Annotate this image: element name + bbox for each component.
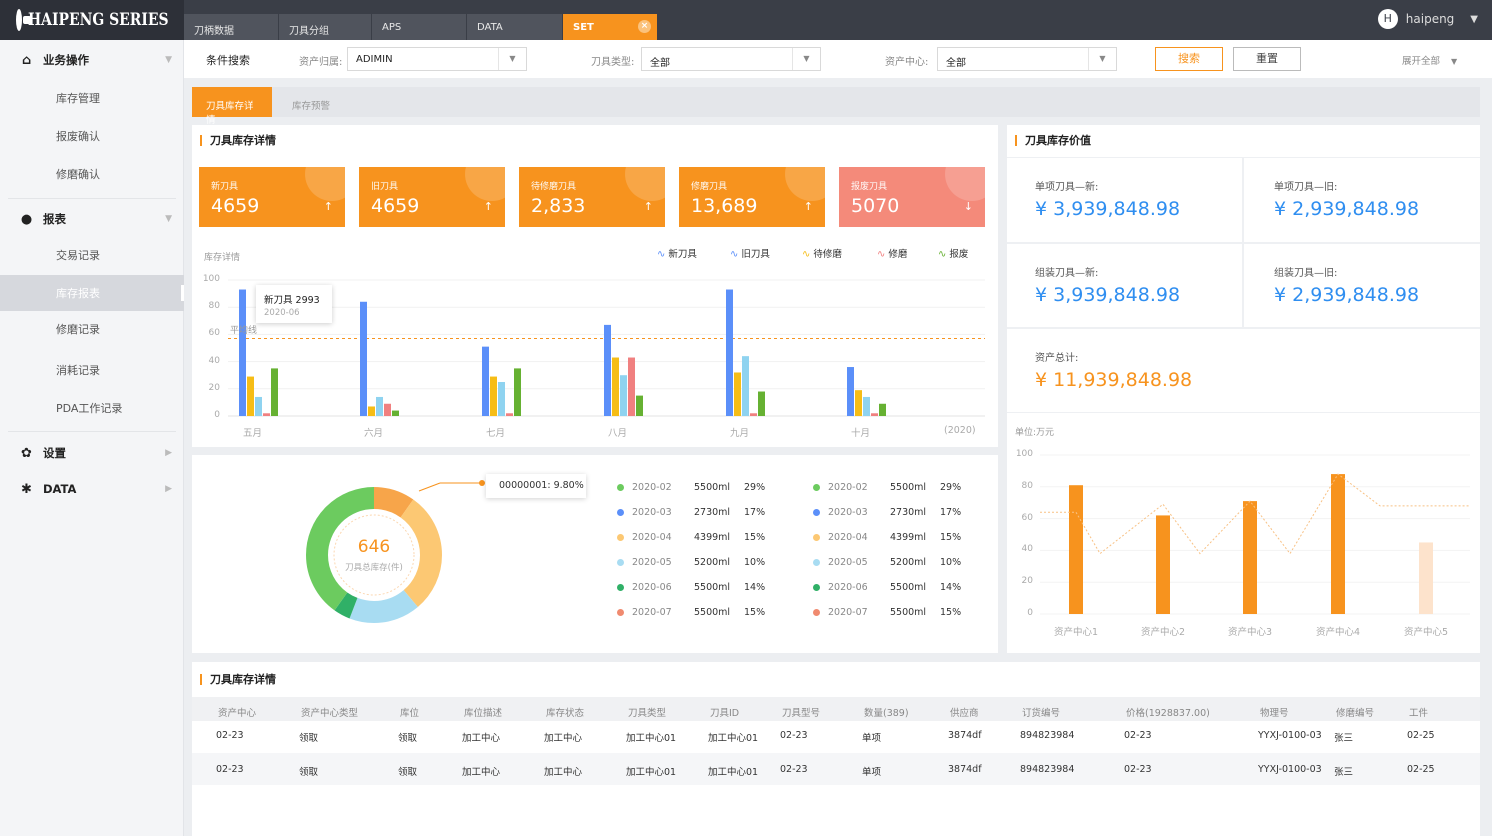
x-tick-label: 资产中心5 bbox=[1404, 627, 1449, 638]
x-tick-label: 十月 bbox=[851, 428, 871, 439]
table-cell: 加工中心 bbox=[462, 733, 501, 744]
table-cell: 单项 bbox=[862, 733, 882, 744]
table-header-cell: 资产中心类型 bbox=[301, 708, 359, 719]
table-header-cell: 刀具型号 bbox=[782, 708, 821, 719]
table-header-cell: 库存状态 bbox=[546, 708, 585, 719]
table-cell: 加工中心 bbox=[544, 767, 583, 778]
y-tick-label: 60 bbox=[1021, 512, 1033, 523]
table-header-cell: 资产中心 bbox=[218, 708, 257, 719]
table-cell: 3874df bbox=[948, 730, 982, 741]
table-cell: 单项 bbox=[862, 767, 882, 778]
y-tick-label: 20 bbox=[208, 382, 220, 393]
y-tick-label: 20 bbox=[1021, 576, 1033, 587]
table-cell: YYXJ-0100-03 bbox=[1258, 764, 1322, 775]
table-header-cell: 修磨编号 bbox=[1336, 708, 1375, 719]
table-header-cell: 物理号 bbox=[1260, 708, 1289, 719]
table-cell: 02-23 bbox=[1124, 764, 1152, 775]
table-cell: 02-23 bbox=[216, 730, 244, 741]
bar-asset-center bbox=[1069, 485, 1083, 614]
table-header-cell: 工件 bbox=[1409, 708, 1429, 719]
y-tick-label: 0 bbox=[1027, 608, 1033, 618]
table-cell: YYXJ-0100-03 bbox=[1258, 730, 1322, 741]
y-tick-label: 100 bbox=[202, 274, 220, 284]
table-cell: 894823984 bbox=[1020, 730, 1075, 741]
table-cell: 张三 bbox=[1334, 767, 1354, 778]
bar-asset-center bbox=[1156, 515, 1170, 614]
table-cell: 02-23 bbox=[216, 764, 244, 775]
y-tick-label: 40 bbox=[208, 355, 220, 366]
x-tick-label: 七月 bbox=[486, 428, 506, 439]
panel-title: 刀具库存详情 bbox=[200, 674, 276, 685]
table-header-cell: 库位描述 bbox=[464, 708, 503, 719]
y-tick-label: 100 bbox=[1015, 449, 1033, 459]
y-tick-label: 0 bbox=[214, 410, 220, 420]
x-tick-label: 资产中心4 bbox=[1316, 627, 1361, 638]
x-tick-label: 资产中心1 bbox=[1054, 627, 1099, 638]
table-cell: 张三 bbox=[1334, 733, 1354, 744]
x-tick-label: 六月 bbox=[364, 428, 384, 439]
y-tick-label: 80 bbox=[208, 301, 220, 312]
table-header-cell: 库位 bbox=[400, 708, 420, 719]
x-tick-label: 九月 bbox=[730, 428, 750, 439]
x-tick-label: 资产中心3 bbox=[1228, 627, 1273, 638]
table-cell: 02-23 bbox=[780, 764, 808, 775]
x-tick-label: 资产中心2 bbox=[1141, 627, 1186, 638]
table-cell: 加工中心 bbox=[544, 733, 583, 744]
table-header-cell: 刀具ID bbox=[710, 708, 740, 719]
table-cell: 02-25 bbox=[1407, 764, 1435, 775]
table-cell: 3874df bbox=[948, 764, 982, 775]
y-tick-label: 40 bbox=[1021, 544, 1033, 555]
table-header-cell: 数量(389) bbox=[864, 708, 909, 719]
table-cell: 加工中心01 bbox=[708, 767, 759, 778]
x-tick-label: 八月 bbox=[608, 428, 628, 439]
table-cell: 加工中心 bbox=[462, 767, 501, 778]
x-tick-label: 五月 bbox=[243, 428, 263, 439]
table-cell: 02-23 bbox=[1124, 730, 1152, 741]
table-cell: 领取 bbox=[398, 767, 418, 778]
table-header-cell: 供应商 bbox=[950, 708, 979, 719]
table-header-cell: 价格(1928837.00) bbox=[1126, 708, 1210, 719]
table-cell: 领取 bbox=[299, 733, 319, 744]
bar-asset-center bbox=[1331, 474, 1345, 614]
table-cell: 02-25 bbox=[1407, 730, 1435, 741]
table-cell: 领取 bbox=[299, 767, 319, 778]
y-tick-label: 60 bbox=[208, 328, 220, 339]
bar-asset-center bbox=[1243, 501, 1257, 614]
table-header-cell: 订货编号 bbox=[1022, 708, 1061, 719]
table-cell: 加工中心01 bbox=[626, 733, 677, 744]
bar-asset-center bbox=[1419, 542, 1433, 614]
y-tick-label: 80 bbox=[1021, 480, 1033, 491]
table-cell: 加工中心01 bbox=[708, 733, 759, 744]
table-cell: 加工中心01 bbox=[626, 767, 677, 778]
table-cell: 894823984 bbox=[1020, 764, 1075, 775]
table-header-cell: 刀具类型 bbox=[628, 708, 667, 719]
table-cell: 02-23 bbox=[780, 730, 808, 741]
table-cell: 领取 bbox=[398, 733, 418, 744]
